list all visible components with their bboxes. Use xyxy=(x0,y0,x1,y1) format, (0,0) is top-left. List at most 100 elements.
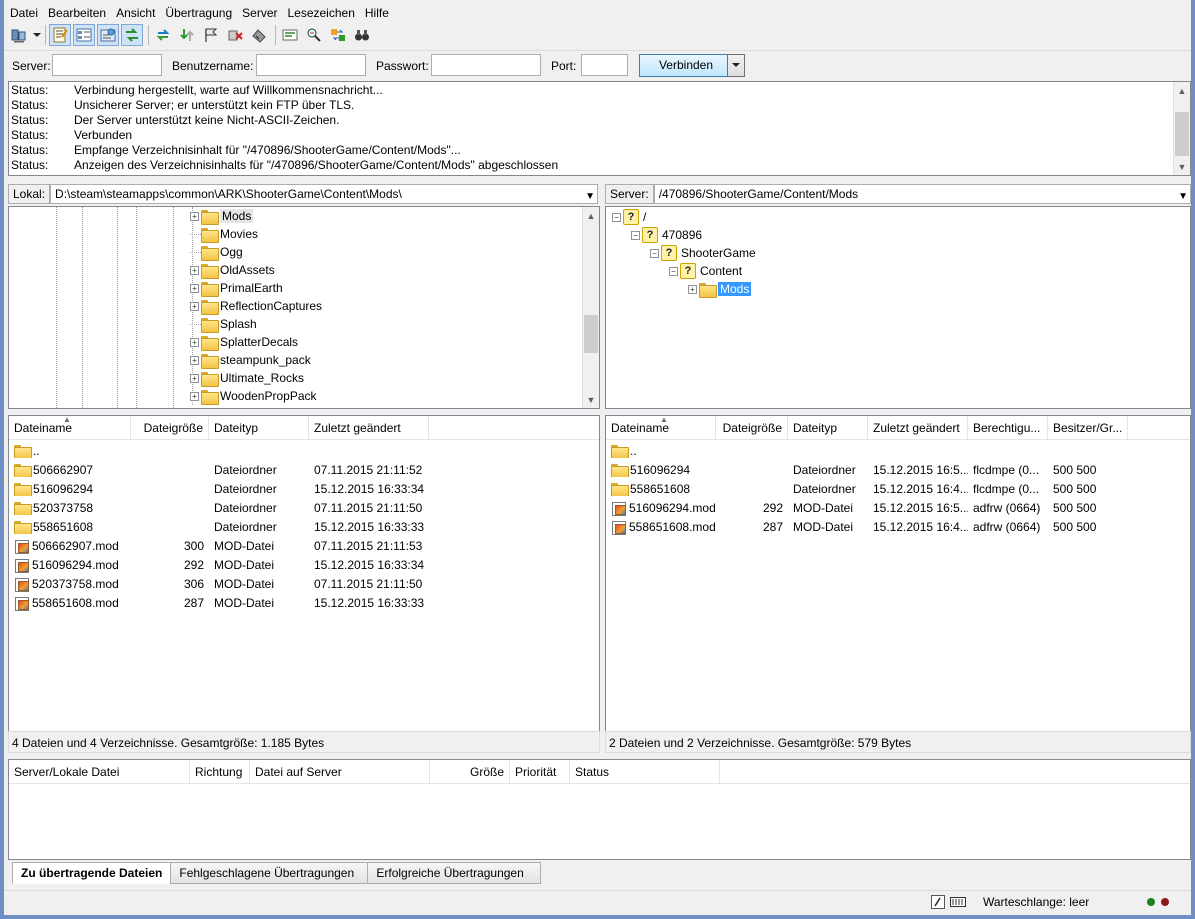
toggle-queue-button[interactable] xyxy=(121,24,143,46)
remote-tree-node[interactable]: −? / xyxy=(612,208,646,226)
refresh-button[interactable] xyxy=(152,24,174,46)
tree-node-ogg[interactable]: Ogg xyxy=(190,243,243,261)
chevron-down-icon[interactable]: ▼ xyxy=(585,188,595,206)
expand-icon[interactable]: + xyxy=(190,301,199,311)
column-header-filetype[interactable]: Dateityp xyxy=(788,416,868,440)
directory-filter-button[interactable] xyxy=(279,24,301,46)
column-header-priority[interactable]: Priorität xyxy=(510,760,570,784)
local-path-input[interactable]: D:\steam\steamapps\common\ARK\ShooterGam… xyxy=(50,184,599,206)
expand-icon[interactable]: + xyxy=(688,284,697,294)
column-header-modified[interactable]: Zuletzt geändert xyxy=(309,416,429,440)
column-header-filetype[interactable]: Dateityp xyxy=(209,416,309,440)
compare-button[interactable] xyxy=(303,24,325,46)
column-header-filesize[interactable]: Dateigröße xyxy=(716,416,788,440)
table-row[interactable]: 516096294.mod 292 MOD-Datei 15.12.2015 16:3… xyxy=(9,555,599,574)
table-row[interactable]: 516096294 Dateiordner 15.12.2015 16:5... fl… xyxy=(606,460,1190,479)
tree-node-steampunk-pack[interactable]: + steampunk_pack xyxy=(190,351,311,369)
connect-button[interactable]: Verbinden xyxy=(639,54,733,77)
menu-uebertragung[interactable]: Übertragung xyxy=(160,4,237,22)
column-header-filename[interactable]: ▲ Dateiname xyxy=(606,416,716,440)
cancel-button[interactable] xyxy=(200,24,222,46)
tree-node-movies[interactable]: Movies xyxy=(190,225,258,243)
table-row[interactable]: 520373758.mod 306 MOD-Datei 07.11.2015 21:1… xyxy=(9,574,599,593)
site-manager-dropdown[interactable] xyxy=(32,24,42,46)
column-header-size[interactable]: Größe xyxy=(430,760,510,784)
message-log-scrollbar[interactable]: ▲ ▼ xyxy=(1173,82,1190,175)
table-row[interactable]: 520373758 Dateiordner 07.11.2015 21:11:50 xyxy=(9,498,599,517)
column-header-modified[interactable]: Zuletzt geändert xyxy=(868,416,968,440)
tree-node-ultimate-rocks[interactable]: + Ultimate_Rocks xyxy=(190,369,304,387)
table-row[interactable]: 558651608.mod 287 MOD-Datei 15.12.2015 16:3… xyxy=(9,593,599,612)
remote-tree-node[interactable]: −? Content xyxy=(669,262,742,280)
local-file-list[interactable]: ▲ Dateiname Dateigröße Dateityp Zuletzt g… xyxy=(8,415,600,732)
tree-node-oldassets[interactable]: + OldAssets xyxy=(190,261,275,279)
table-row[interactable]: 558651608.mod 287 MOD-Datei 15.12.2015 16:4… xyxy=(606,517,1190,536)
column-header-filename[interactable]: ▲ Dateiname xyxy=(9,416,131,440)
port-input[interactable] xyxy=(581,54,628,76)
process-queue-button[interactable] xyxy=(176,24,198,46)
toggle-remote-tree-button[interactable] xyxy=(97,24,119,46)
tab-successful-transfers[interactable]: Erfolgreiche Übertragungen xyxy=(367,862,542,884)
table-row[interactable]: 506662907.mod 300 MOD-Datei 07.11.2015 21:1… xyxy=(9,536,599,555)
column-header-filesize[interactable]: Dateigröße xyxy=(131,416,209,440)
collapse-icon[interactable]: − xyxy=(631,230,640,240)
transfer-queue[interactable]: Server/Lokale Datei Richtung Datei auf S… xyxy=(8,759,1191,860)
table-row[interactable]: 506662907 Dateiordner 07.11.2015 21:11:52 xyxy=(9,460,599,479)
table-row[interactable]: 516096294.mod 292 MOD-Datei 15.12.2015 16:5… xyxy=(606,498,1190,517)
remote-file-list[interactable]: ▲ Dateiname Dateigröße Dateityp Zuletzt g… xyxy=(605,415,1191,732)
expand-icon[interactable]: + xyxy=(190,337,199,347)
column-header-status[interactable]: Status xyxy=(570,760,720,784)
tab-failed-transfers[interactable]: Fehlgeschlagene Übertragungen xyxy=(170,862,369,884)
table-row[interactable]: .. xyxy=(606,441,1190,460)
scrollbar-thumb[interactable] xyxy=(584,315,598,353)
scroll-down-icon[interactable]: ▼ xyxy=(1174,158,1190,175)
remote-directory-tree[interactable]: −? / −? 470896−? ShooterGame −? Content + Mods xyxy=(605,206,1191,409)
message-log[interactable]: Status: Verbindung hergestellt, warte auf… xyxy=(8,81,1191,176)
menu-lesezeichen[interactable]: Lesezeichen xyxy=(282,4,359,22)
toggle-message-log-button[interactable] xyxy=(49,24,71,46)
tree-node-mods[interactable]: + Mods xyxy=(190,207,254,225)
disconnect-button[interactable] xyxy=(224,24,246,46)
password-input[interactable] xyxy=(431,54,541,76)
collapse-icon[interactable]: − xyxy=(669,266,678,276)
scroll-up-icon[interactable]: ▲ xyxy=(1174,82,1190,99)
expand-icon[interactable]: + xyxy=(190,373,199,383)
expand-icon[interactable]: + xyxy=(190,211,199,221)
menu-server[interactable]: Server xyxy=(237,4,282,22)
sync-browse-button[interactable] xyxy=(327,24,349,46)
tree-node-primalearth[interactable]: + PrimalEarth xyxy=(190,279,283,297)
column-header-permissions[interactable]: Berechtigu... xyxy=(968,416,1048,440)
server-input[interactable] xyxy=(52,54,162,76)
collapse-icon[interactable]: − xyxy=(612,212,621,222)
remote-tree-node[interactable]: −? ShooterGame xyxy=(650,244,756,262)
local-directory-tree[interactable]: + Mods Movies Ogg + OldAssets + PrimalEarth + Ref… xyxy=(8,206,600,409)
tree-node-splash[interactable]: Splash xyxy=(190,315,257,333)
reconnect-button[interactable] xyxy=(248,24,270,46)
chevron-down-icon[interactable]: ▼ xyxy=(1178,188,1188,206)
column-header-remote-file[interactable]: Datei auf Server xyxy=(250,760,430,784)
expand-icon[interactable]: + xyxy=(190,355,199,365)
scroll-down-icon[interactable]: ▼ xyxy=(583,391,599,408)
local-tree-scrollbar[interactable]: ▲ ▼ xyxy=(582,207,599,408)
username-input[interactable] xyxy=(256,54,366,76)
menu-datei[interactable]: Datei xyxy=(4,4,43,22)
expand-icon[interactable]: + xyxy=(190,265,199,275)
menu-bearbeiten[interactable]: Bearbeiten xyxy=(43,4,111,22)
site-manager-button[interactable] xyxy=(8,24,30,46)
column-header-server-local-file[interactable]: Server/Lokale Datei xyxy=(9,760,190,784)
scroll-up-icon[interactable]: ▲ xyxy=(583,207,599,224)
scrollbar-thumb[interactable] xyxy=(1175,112,1189,156)
menu-hilfe[interactable]: Hilfe xyxy=(360,4,394,22)
remote-tree-node[interactable]: + Mods xyxy=(688,280,752,298)
quickconnect-history-button[interactable] xyxy=(727,54,745,77)
toggle-local-tree-button[interactable] xyxy=(73,24,95,46)
speed-limit-icon[interactable] xyxy=(931,895,945,909)
table-row[interactable]: 558651608 Dateiordner 15.12.2015 16:33:33 xyxy=(9,517,599,536)
table-row[interactable]: .. xyxy=(9,441,599,460)
tree-node-woodenproppack[interactable]: + WoodenPropPack xyxy=(190,387,317,405)
remote-path-input[interactable]: /470896/ShooterGame/Content/Mods ▼ xyxy=(653,184,1191,206)
tab-queued-files[interactable]: Zu übertragende Dateien xyxy=(12,862,172,884)
collapse-icon[interactable]: − xyxy=(650,248,659,258)
column-header-owner[interactable]: Besitzer/Gr... xyxy=(1048,416,1128,440)
remote-tree-node[interactable]: −? 470896 xyxy=(631,226,702,244)
